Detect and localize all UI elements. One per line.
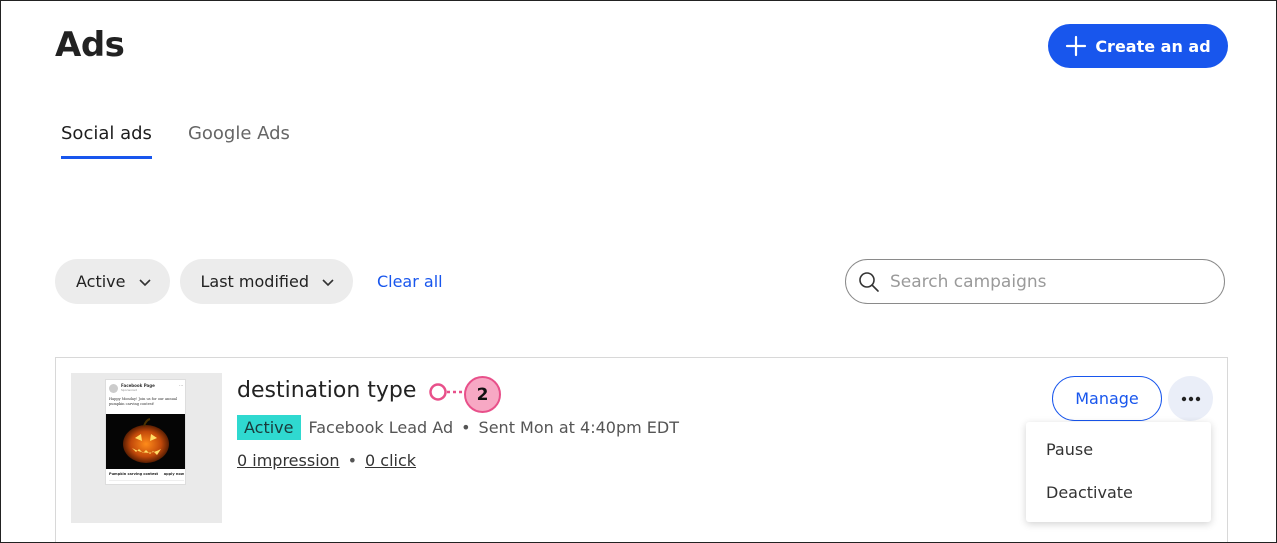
sort-filter-label: Last modified — [200, 272, 309, 291]
create-ad-button[interactable]: Create an ad — [1048, 24, 1228, 68]
ad-thumbnail[interactable]: Facebook Page Sponsored ··· Happy Monday… — [71, 373, 222, 523]
impressions-link[interactable]: 0 impression — [237, 451, 340, 470]
campaign-name[interactable]: destination type — [237, 378, 416, 403]
tab-bar: Social ads Google Ads — [61, 123, 290, 159]
page-frame: Ads Create an ad Social ads Google Ads A… — [0, 0, 1277, 543]
ad-type-label: Facebook Lead Ad — [308, 418, 454, 437]
menu-item-deactivate[interactable]: Deactivate — [1026, 473, 1211, 516]
pumpkin-image — [106, 414, 185, 469]
menu-item-pause[interactable]: Pause — [1026, 430, 1211, 473]
callout-number-badge: 2 — [464, 376, 501, 413]
chevron-down-icon — [138, 278, 151, 286]
avatar — [109, 384, 118, 393]
chevron-down-icon — [322, 278, 334, 286]
plus-icon — [1066, 35, 1087, 57]
status-filter-label: Active — [76, 272, 126, 291]
tab-google-ads[interactable]: Google Ads — [188, 123, 290, 159]
post-sponsored: Sponsored — [121, 388, 137, 392]
more-dots-icon: ··· — [179, 383, 183, 388]
status-filter-dropdown[interactable]: Active — [55, 259, 170, 304]
more-options-menu: Pause Deactivate — [1026, 422, 1211, 522]
search-input[interactable] — [890, 271, 1190, 292]
search-box — [845, 259, 1225, 304]
clear-all-link[interactable]: Clear all — [377, 272, 443, 291]
post-text: Happy Monday! Join us for our annual pum… — [109, 397, 178, 406]
post-footer: Pumpkin carving contest apply now — [109, 472, 184, 476]
separator-dot: • — [461, 418, 471, 437]
post-reactions-bar — [109, 480, 184, 484]
post-caption: Pumpkin carving contest — [109, 472, 159, 476]
manage-button[interactable]: Manage — [1052, 376, 1162, 421]
post-cta: apply now — [163, 472, 184, 476]
tab-social-ads[interactable]: Social ads — [61, 123, 152, 159]
separator-dot: • — [347, 451, 358, 470]
page-title: Ads — [55, 25, 125, 65]
clicks-link[interactable]: 0 click — [365, 451, 416, 470]
campaign-meta: Active Facebook Lead Ad • Sent Mon at 4:… — [237, 415, 679, 440]
search-icon — [859, 271, 879, 292]
status-badge: Active — [237, 415, 301, 440]
post-header: Facebook Page Sponsored ··· — [109, 383, 184, 395]
create-ad-label: Create an ad — [1095, 36, 1211, 56]
sent-time-label: Sent Mon at 4:40pm EDT — [478, 418, 679, 437]
facebook-post-preview: Facebook Page Sponsored ··· Happy Monday… — [105, 379, 186, 485]
sort-filter-dropdown[interactable]: Last modified — [179, 259, 353, 304]
campaign-stats: 0 impression • 0 click — [237, 451, 416, 470]
more-options-button[interactable] — [1168, 376, 1213, 421]
filter-bar: Active Last modified Clear all — [55, 259, 443, 304]
more-horizontal-icon — [1181, 396, 1200, 401]
